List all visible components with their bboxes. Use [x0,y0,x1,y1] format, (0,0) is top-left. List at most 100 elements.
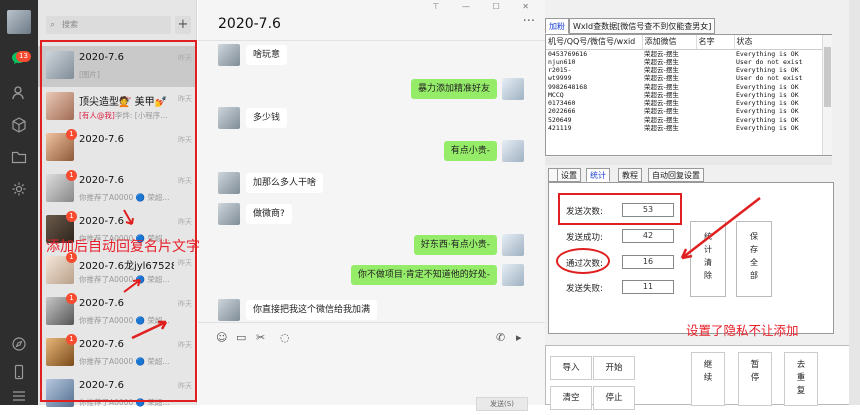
emoji-icon[interactable]: ☺ [216,331,227,344]
more-options-button[interactable]: ··· [523,14,535,29]
table-cell: 荣超云-摆生 [644,65,679,74]
file-icon[interactable]: ▭ [236,331,246,344]
table-cell: 荣超云-摆生 [644,90,679,99]
import-button[interactable]: 导入 [550,356,592,380]
table-row[interactable]: 0173460 荣超云-摆生 Everything is OK [546,99,826,107]
table-cell: Everything is OK [736,49,799,58]
subtab-settings[interactable]: 设置 [557,168,581,182]
message-avatar[interactable] [218,203,240,225]
message-bubble[interactable]: 啥玩意 [246,45,288,65]
phone-icon[interactable] [10,364,28,382]
table-row[interactable]: r2015- 荣超云-摆生 Everything is OK [546,66,826,74]
input-toolbar: ☺ ▭ ✂ ◌ ✆ ▸ 发送(S) [198,322,545,411]
divider [198,40,545,41]
gear-icon[interactable] [10,181,28,199]
table-cell [696,99,734,107]
pause-button[interactable]: 暂停 [738,352,772,406]
message-bubble[interactable]: 你直接把我这个微信给我加满 [246,300,378,320]
avatar[interactable] [7,10,31,34]
table-cell: User do not exist [736,57,803,66]
dedupe-button[interactable]: 去重复 [784,352,818,406]
table-row[interactable]: 520649 荣超云-摆生 Everything is OK [546,116,826,124]
screenshot-icon[interactable]: ✂ [256,331,265,344]
voice-call-icon[interactable]: ✆ [496,331,505,344]
table-row[interactable]: 9982648168 荣超云-摆生 Everything is OK [546,82,826,91]
table-cell: Everything is OK [736,65,799,74]
chat-title: 2020-7.6 [218,16,281,32]
contacts-icon[interactable] [10,85,28,103]
search-placeholder: 搜索 [62,20,78,29]
folder-icon[interactable] [10,149,28,167]
table-cell: 0173460 [548,99,576,108]
add-chat-button[interactable]: + [175,16,191,34]
video-call-icon[interactable]: ▸ [516,331,522,344]
wechat-sidebar: 13 [0,0,38,405]
subtab-stats[interactable]: 统计 [586,168,610,182]
table-cell: 0453769616 [548,49,588,58]
message-avatar[interactable] [502,78,524,100]
message-avatar[interactable] [502,234,524,256]
table-cell: 荣超云-摆生 [644,82,679,91]
col-header-name[interactable]: 名字 [696,35,735,50]
message-avatar[interactable] [218,299,240,321]
table-row[interactable]: 421119 荣超云-摆生 Everything is OK [546,124,826,132]
continue-button[interactable]: 继续 [691,352,725,406]
window-edge [849,0,860,405]
tab-wxid-lookup[interactable]: WxId查数据[微信号查不到仅能查男女] [569,18,716,34]
message-bubble[interactable]: 做微商? [246,204,292,224]
table-cell: User do not exist [736,74,803,83]
annotation-arrows-left [123,209,168,340]
dedupe-label: 去重复 [796,360,806,396]
table-cell: 520649 [548,115,572,124]
table-row[interactable]: wt9999 荣超云-摆生 User do not exist [546,74,826,82]
results-grid: 机号/QQ号/微信号/wxid 添加微信 名字 状态 0453769616 荣超云… [545,34,832,156]
table-row[interactable]: njun610 荣超云-摆生 User do not exist [546,58,826,66]
table-cell: 荣超云-摆生 [644,124,679,133]
start-button[interactable]: 开始 [593,356,635,380]
table-cell: njun610 [548,57,576,66]
tab-add-fans[interactable]: 加粉 [545,18,569,34]
message-avatar[interactable] [218,107,240,129]
message-bubble[interactable]: 暴力添加精准好友 [410,79,497,99]
clear-button[interactable]: 清空 [550,386,592,410]
table-row[interactable]: 0453769616 荣超云-摆生 Everything is OK [546,49,826,58]
table-row[interactable]: MCCQ 荣超云-摆生 Everything is OK [546,91,826,99]
box-icon[interactable] [10,117,28,135]
table-cell: r2015- [548,65,572,74]
window-controls[interactable]: ⊤ — ☐ ✕ [433,2,539,11]
subtab-tutorial[interactable]: 教程 [618,168,642,182]
chat-bubble-icon[interactable]: ◌ [280,331,290,344]
col-header-wechat[interactable]: 添加微信 [642,35,697,50]
message-avatar[interactable] [502,140,524,162]
message-bubble[interactable]: 加那么多人干啥 [246,173,324,193]
message-bubble[interactable]: 你不做项目·肯定不知道他的好处- [350,265,497,285]
table-cell [696,49,734,58]
table-cell [696,124,734,132]
compass-icon[interactable] [10,336,28,354]
col-header-status[interactable]: 状态 [734,35,826,50]
message-bubble[interactable]: 多少钱 [246,108,288,128]
highlight-oval-passed-count [556,248,610,274]
table-row[interactable]: 2022666 荣超云-摆生 Everything is OK [546,107,826,115]
message-avatar[interactable] [218,172,240,194]
message-bubble[interactable]: 好东西·有点小贵- [413,235,497,255]
col-header-account[interactable]: 机号/QQ号/微信号/wxid [546,35,643,50]
table-cell: Everything is OK [736,107,799,116]
pause-label: 暂停 [750,360,760,383]
table-cell [696,107,734,115]
message-bubble[interactable]: 有点小贵- [443,141,497,161]
table-cell: 荣超云-摆生 [644,49,679,58]
grid-hscrollbar[interactable] [545,157,832,165]
search-input[interactable]: ⌕ 搜索 [46,16,171,34]
continue-label: 继续 [703,360,713,383]
send-button[interactable]: 发送(S) [476,397,528,411]
subtab-auto-reply[interactable]: 自动回复设置 [648,168,704,182]
chat-pane: ⊤ — ☐ ✕ 2020-7.6 ··· 啥玩意暴力添加精准好友多少钱有点小贵-… [198,0,545,411]
message-avatar[interactable] [218,44,240,66]
table-cell: 421119 [548,124,572,133]
stop-button[interactable]: 停止 [593,386,635,410]
table-cell: 荣超云-摆生 [644,74,679,83]
message-avatar[interactable] [502,264,524,286]
grid-scrollbar[interactable] [822,35,832,155]
menu-icon[interactable] [10,388,28,406]
